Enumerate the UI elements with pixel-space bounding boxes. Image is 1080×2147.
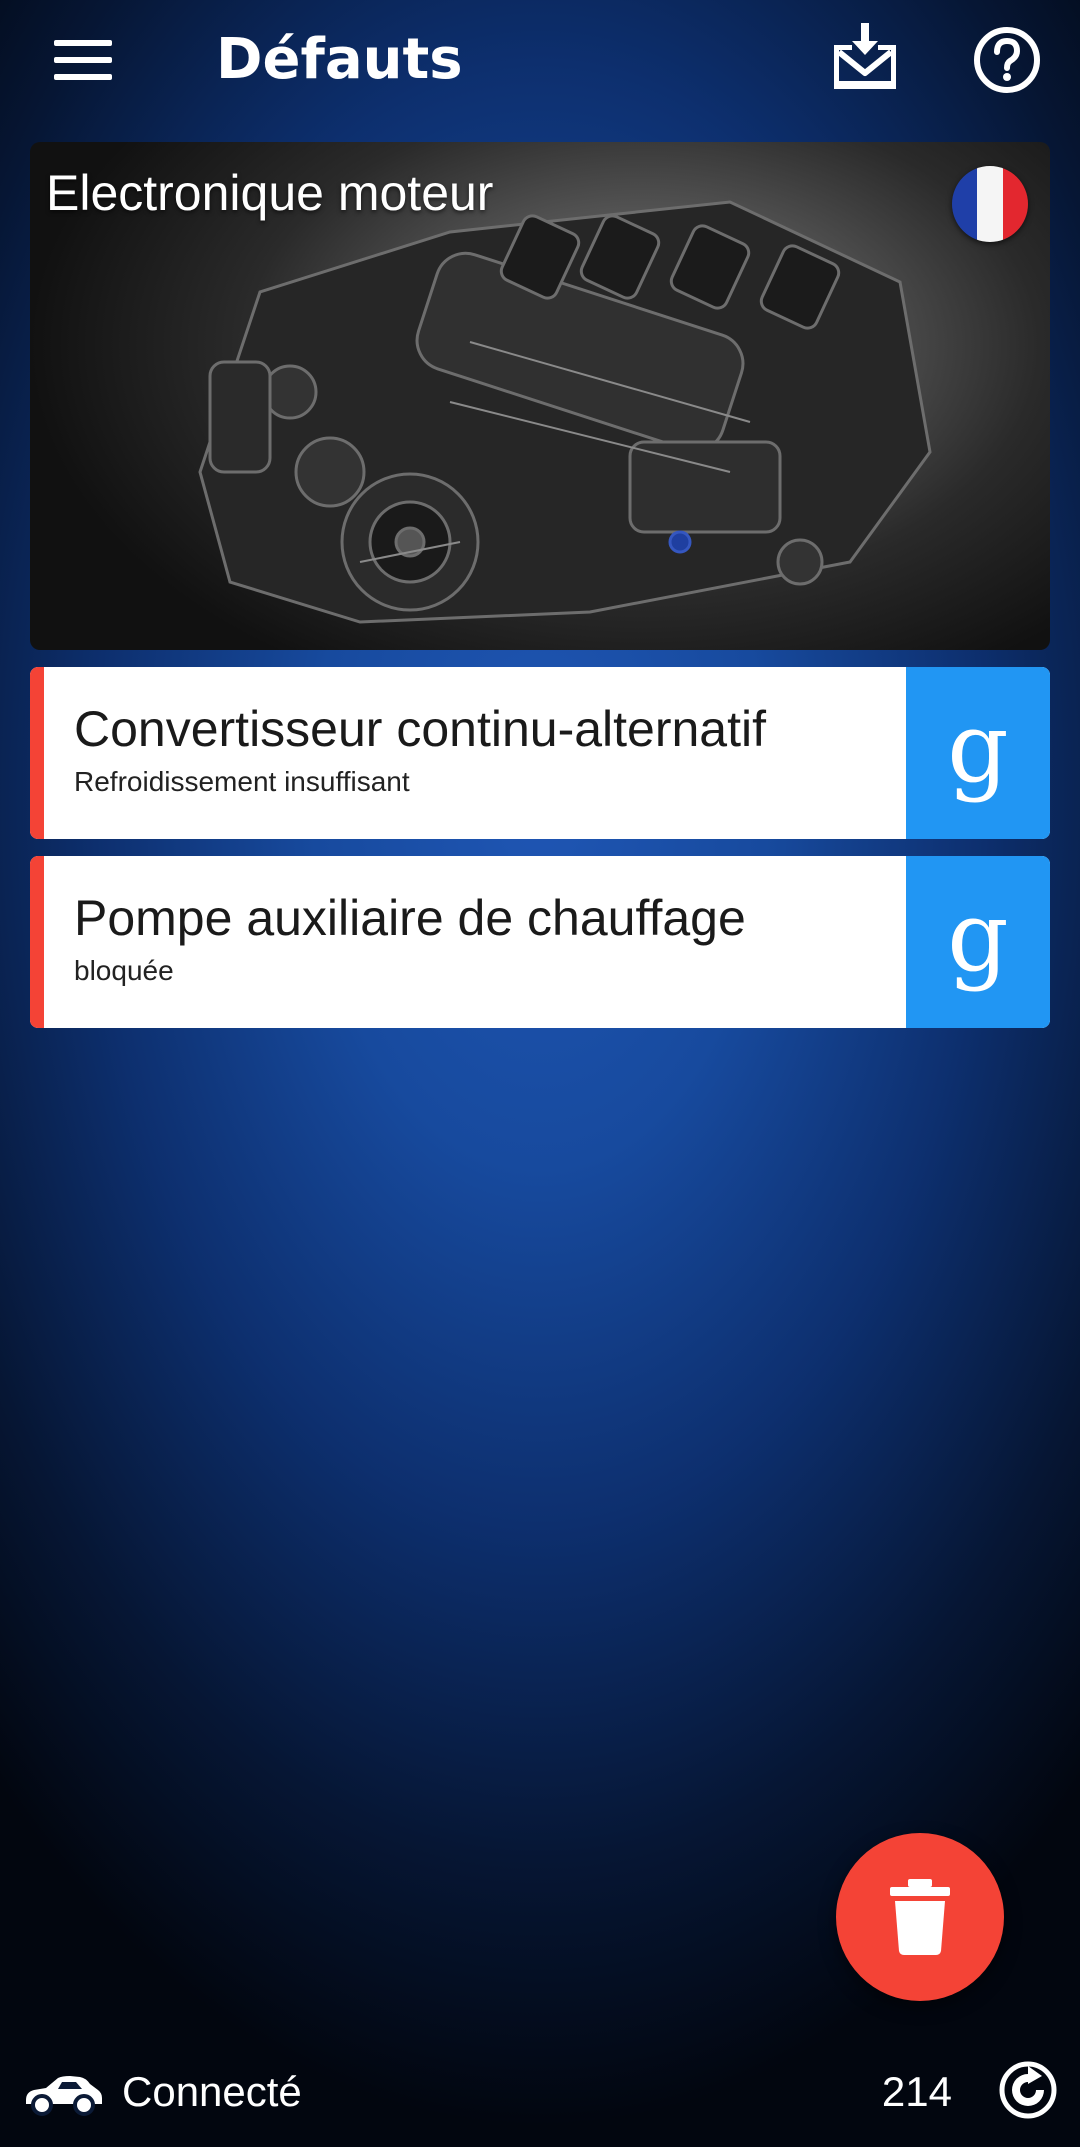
fault-item[interactable]: Pompe auxiliaire de chauffage bloquée g — [30, 856, 1050, 1028]
menu-button[interactable] — [40, 22, 128, 98]
inbox-download-button[interactable] — [820, 10, 910, 100]
fault-name: Convertisseur continu-alternatif — [74, 701, 766, 757]
refresh-icon[interactable] — [998, 2060, 1058, 2120]
delete-faults-button[interactable] — [836, 1833, 1004, 2001]
module-title: Electronique moteur — [46, 165, 494, 221]
app-bar: Défauts — [0, 0, 1080, 120]
module-card-engine[interactable]: Electronique moteur — [30, 142, 1050, 650]
fault-count: 214 — [881, 2068, 952, 2115]
fault-item[interactable]: Convertisseur continu-alternatif Refroid… — [30, 667, 1050, 839]
menu-icon — [54, 40, 112, 80]
trash-icon — [890, 1879, 950, 1955]
help-button[interactable] — [962, 22, 1052, 98]
google-search-button[interactable]: g — [906, 856, 1050, 1028]
connection-status: Connecté — [122, 2068, 302, 2115]
fault-detail: bloquée — [74, 955, 174, 986]
severity-stripe — [30, 667, 44, 839]
page-title: Défauts — [216, 27, 463, 92]
fault-detail: Refroidissement insuffisant — [74, 766, 410, 797]
google-g-icon: g — [947, 881, 1009, 993]
car-icon — [26, 2076, 102, 2116]
fault-name: Pompe auxiliaire de chauffage — [74, 890, 746, 946]
help-icon — [974, 27, 1040, 93]
inbox-download-icon — [834, 23, 896, 89]
status-bar: Connecté 214 — [0, 2060, 1080, 2130]
google-g-icon: g — [947, 692, 1009, 804]
severity-stripe — [30, 856, 44, 1028]
france-flag-icon — [952, 166, 1028, 242]
google-search-button[interactable]: g — [906, 667, 1050, 839]
